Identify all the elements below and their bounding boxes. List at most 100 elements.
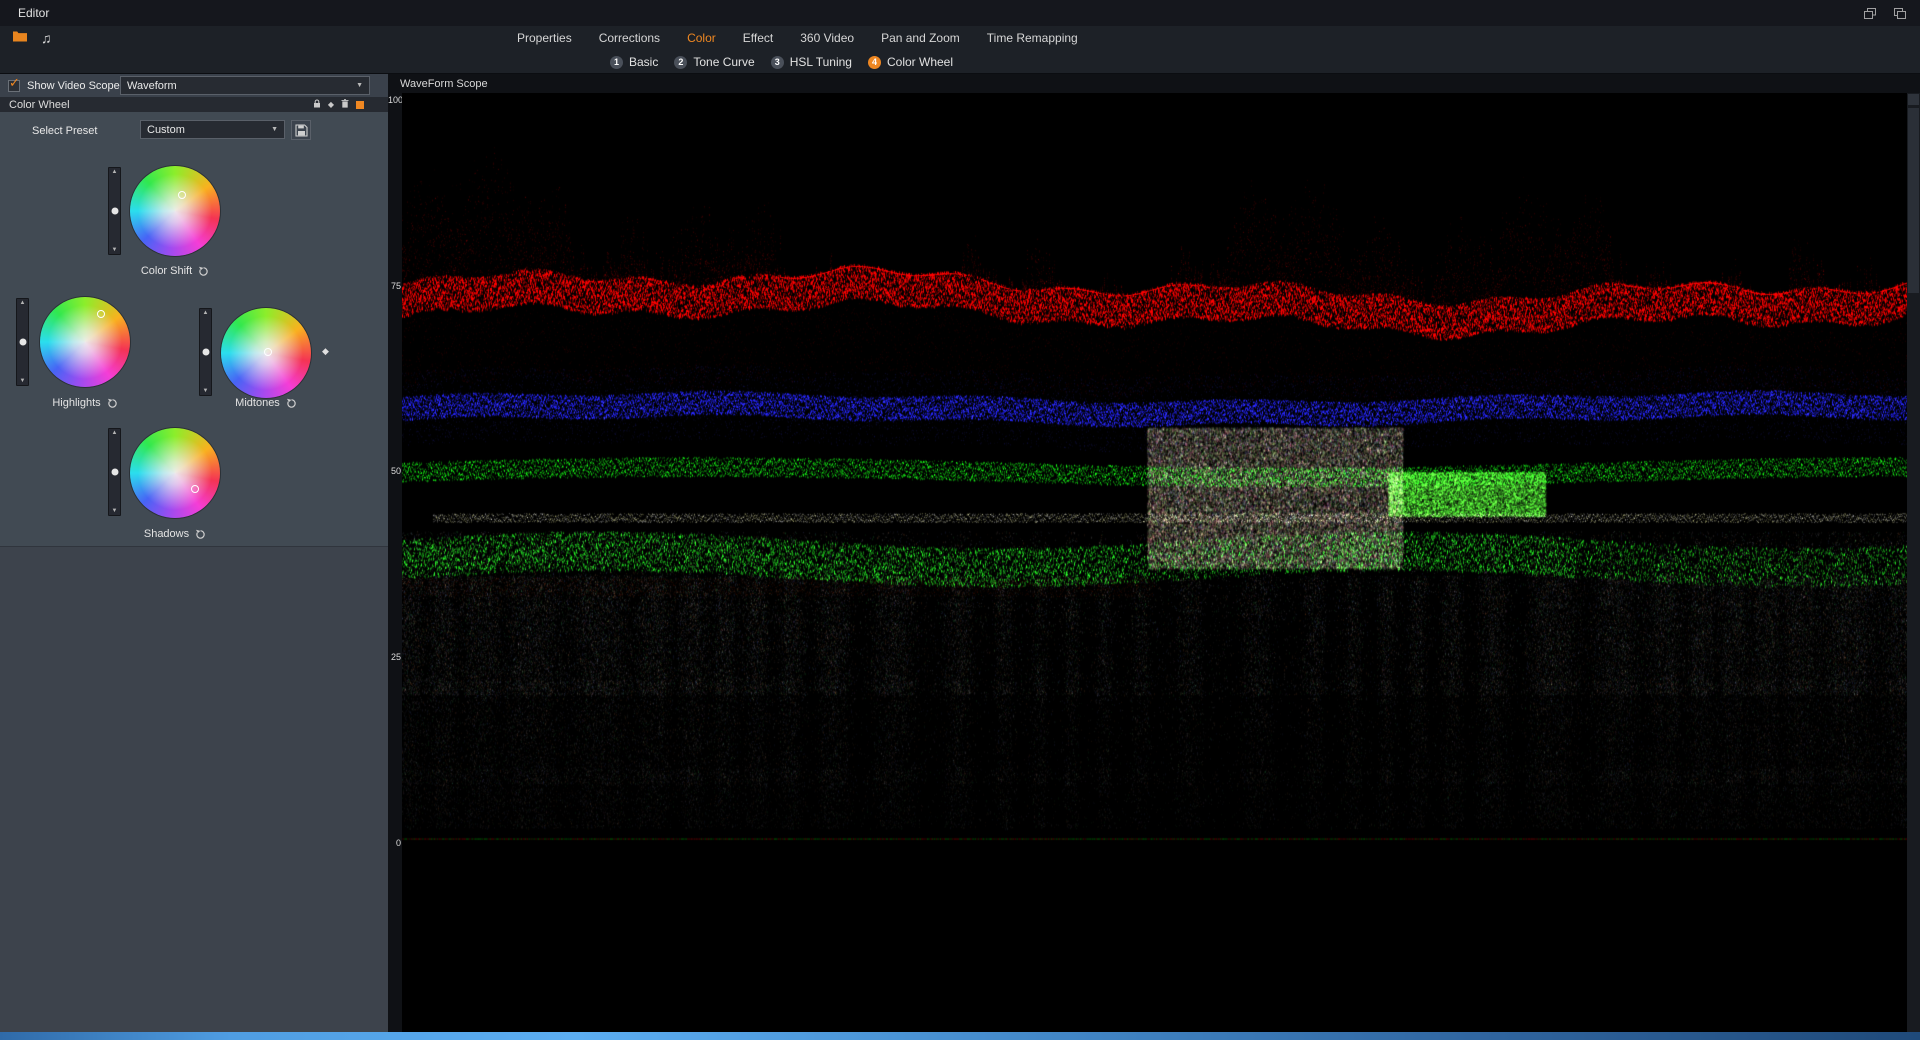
subtab-basic-label: Basic	[629, 55, 658, 69]
toolbar: ♫ Properties Corrections Color Effect 36…	[0, 26, 1920, 50]
midtones-brightness-slider[interactable]: ▲ ▼	[199, 308, 212, 396]
show-video-scope-checkbox[interactable]: ✓	[8, 80, 20, 92]
lock-icon[interactable]	[313, 99, 321, 111]
axis-label-0: 0	[388, 838, 401, 848]
reset-icon[interactable]	[107, 398, 118, 409]
tab-360-video[interactable]: 360 Video	[800, 31, 854, 45]
wheel-label: Midtones	[235, 397, 280, 409]
scope-type-dropdown[interactable]: Waveform ▼	[120, 76, 370, 95]
scope-title: WaveForm Scope	[400, 78, 488, 90]
subtab-hsl-tuning-badge: 3	[771, 56, 784, 69]
tab-pan-and-zoom[interactable]: Pan and Zoom	[881, 31, 960, 45]
toolbar-left-icons: ♫	[12, 26, 52, 50]
highlights-label-row: Highlights	[25, 397, 145, 409]
waveform-scope-panel: WaveForm Scope 100 75 50 25 0	[388, 74, 1920, 1032]
axis-label-100: 100	[388, 95, 401, 105]
color-wheel-section-header[interactable]: Color Wheel ◆	[0, 97, 388, 112]
slider-up-arrow[interactable]: ▲	[112, 169, 118, 175]
show-scope-row: ✓ Show Video Scope Waveform ▼	[0, 74, 388, 97]
restore-window-icon[interactable]	[1864, 8, 1876, 19]
wheel-label: Shadows	[144, 528, 189, 540]
panel-empty-area	[0, 548, 388, 1032]
chevron-down-icon: ▼	[356, 82, 363, 89]
midtones-diamond-handle[interactable]: ◆	[322, 346, 329, 357]
midtones-indicator[interactable]	[264, 348, 272, 356]
section-title: Color Wheel	[9, 99, 70, 111]
section-header-icons: ◆	[313, 99, 364, 111]
titlebar: Editor	[0, 0, 1920, 26]
axis-label-25: 25	[388, 652, 401, 662]
keyframe-diamond-icon[interactable]: ◆	[328, 101, 334, 109]
window-title: Editor	[18, 6, 49, 20]
axis-label-50: 50	[388, 466, 401, 476]
slider-up-arrow[interactable]: ▲	[203, 310, 209, 316]
vertical-scrollbar[interactable]	[1907, 93, 1920, 1032]
shadows-brightness-slider[interactable]: ▲ ▼	[108, 428, 121, 516]
color-shift-indicator[interactable]	[178, 191, 186, 199]
scope-type-value: Waveform	[127, 80, 177, 92]
horizontal-scrollbar[interactable]	[0, 1032, 1920, 1040]
slider-knob[interactable]	[202, 349, 209, 356]
slider-down-arrow[interactable]: ▼	[112, 508, 118, 514]
preset-value: Custom	[147, 124, 185, 136]
tab-properties[interactable]: Properties	[517, 31, 572, 45]
detach-panel-icon[interactable]	[1894, 8, 1906, 19]
shadows-wheel[interactable]	[130, 428, 220, 518]
preset-dropdown[interactable]: Custom ▼	[140, 120, 285, 139]
slider-up-arrow[interactable]: ▲	[112, 430, 118, 436]
color-shift-label-row: Color Shift	[115, 265, 235, 277]
subtab-basic-badge: 1	[610, 56, 623, 69]
subtab-color-wheel-label: Color Wheel	[887, 55, 953, 69]
color-subtabs-bar: 1 Basic 2 Tone Curve 3 HSL Tuning 4 Colo…	[0, 50, 1920, 74]
scroll-up-button[interactable]	[1908, 94, 1919, 105]
highlights-brightness-slider[interactable]: ▲ ▼	[16, 298, 29, 386]
wheel-label: Highlights	[52, 397, 100, 409]
shadows-indicator[interactable]	[191, 485, 199, 493]
select-preset-label: Select Preset	[32, 125, 97, 137]
show-video-scope-label: Show Video Scope	[27, 80, 120, 92]
subtab-tone-curve-label: Tone Curve	[693, 55, 754, 69]
trash-icon[interactable]	[341, 99, 349, 111]
scope-header: WaveForm Scope	[388, 74, 1920, 93]
wheel-label: Color Shift	[141, 265, 192, 277]
tab-time-remapping[interactable]: Time Remapping	[987, 31, 1078, 45]
slider-down-arrow[interactable]: ▼	[203, 388, 209, 394]
media-folder-icon[interactable]	[12, 29, 28, 47]
save-preset-button[interactable]	[291, 120, 311, 140]
highlights-wheel[interactable]	[40, 297, 130, 387]
subtab-hsl-tuning-label: HSL Tuning	[790, 55, 852, 69]
slider-knob[interactable]	[19, 339, 26, 346]
floppy-disk-icon	[295, 124, 308, 137]
subtab-tone-curve[interactable]: 2 Tone Curve	[674, 55, 754, 69]
reset-icon[interactable]	[286, 398, 297, 409]
tab-color[interactable]: Color	[687, 31, 716, 45]
slider-down-arrow[interactable]: ▼	[20, 378, 26, 384]
slider-up-arrow[interactable]: ▲	[20, 300, 26, 306]
midtones-wheel[interactable]	[221, 308, 311, 398]
subtab-color-wheel[interactable]: 4 Color Wheel	[868, 55, 953, 69]
audio-note-icon[interactable]: ♫	[41, 31, 52, 45]
active-filter-indicator	[356, 101, 364, 109]
tab-effect[interactable]: Effect	[743, 31, 773, 45]
slider-knob[interactable]	[111, 208, 118, 215]
reset-icon[interactable]	[198, 266, 209, 277]
main-tabs: Properties Corrections Color Effect 360 …	[517, 26, 1078, 50]
color-shift-brightness-slider[interactable]: ▲ ▼	[108, 167, 121, 255]
slider-knob[interactable]	[111, 469, 118, 476]
shadows-label-row: Shadows	[115, 528, 235, 540]
color-wheel-controls: Select Preset Custom ▼ ▲ ▼ Color Shift	[0, 112, 388, 547]
checkmark-icon: ✓	[9, 75, 20, 91]
chevron-down-icon: ▼	[271, 126, 278, 133]
slider-down-arrow[interactable]: ▼	[112, 247, 118, 253]
subtab-basic[interactable]: 1 Basic	[610, 55, 658, 69]
scrollbar-thumb[interactable]	[1908, 108, 1919, 293]
reset-icon[interactable]	[195, 529, 206, 540]
subtab-hsl-tuning[interactable]: 3 HSL Tuning	[771, 55, 852, 69]
color-shift-wheel[interactable]	[130, 166, 220, 256]
highlights-indicator[interactable]	[97, 310, 105, 318]
subtab-color-wheel-badge: 4	[868, 56, 881, 69]
tab-corrections[interactable]: Corrections	[599, 31, 660, 45]
midtones-label-row: Midtones	[206, 397, 326, 409]
titlebar-icons	[1864, 8, 1906, 19]
editor-window: Editor ♫ Properties Corrections Color Ef…	[0, 0, 1920, 1040]
